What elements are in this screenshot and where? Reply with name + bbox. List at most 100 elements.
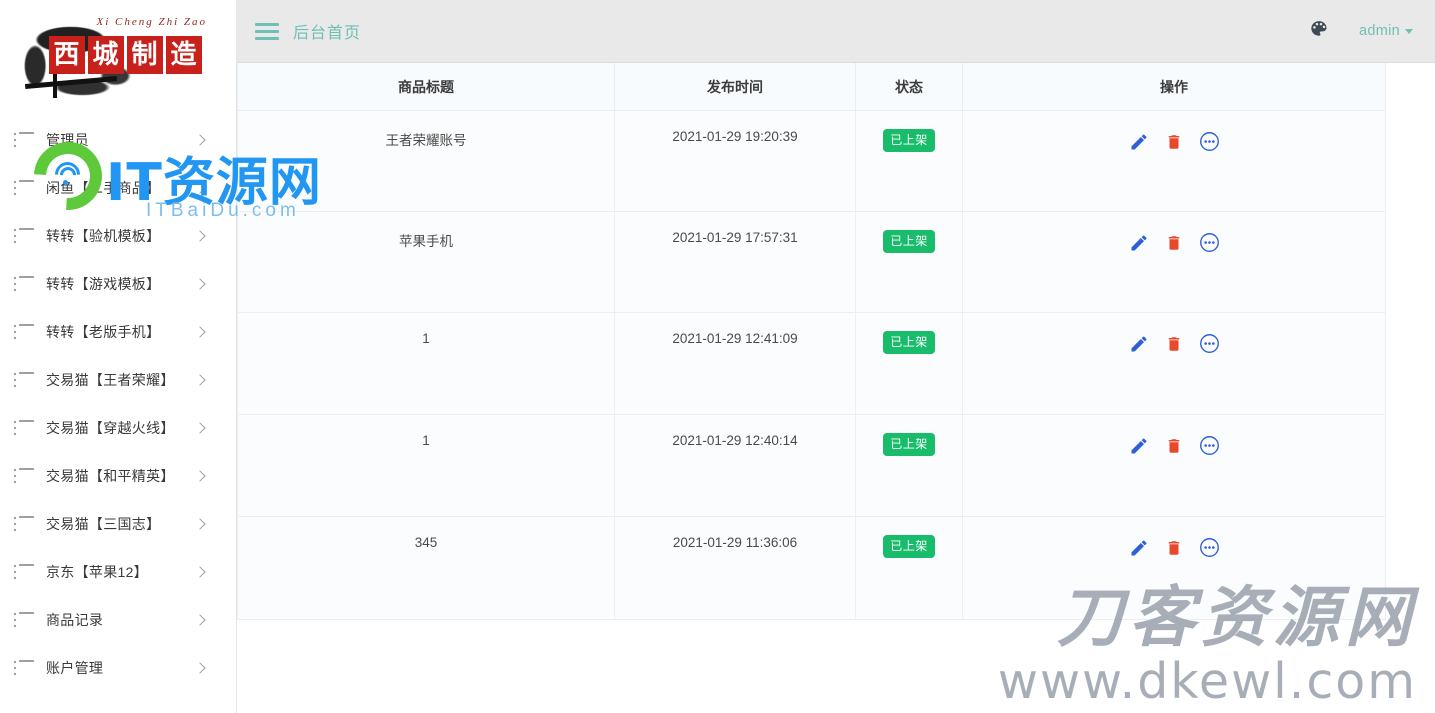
user-menu[interactable]: admin (1359, 23, 1413, 39)
more-options-icon[interactable] (1199, 537, 1220, 558)
status-badge: 已上架 (883, 433, 935, 456)
list-icon (14, 468, 34, 484)
sidebar-item-jiaoyimao-pubg[interactable]: 交易猫【和平精英】 (0, 452, 236, 500)
header-actions: admin (1309, 19, 1435, 44)
sidebar-item-product-records[interactable]: 商品记录 (0, 596, 236, 644)
list-icon (14, 228, 34, 244)
palette-icon[interactable] (1309, 19, 1329, 44)
column-header-ops: 操作 (962, 63, 1386, 111)
delete-trash-icon[interactable] (1165, 132, 1183, 152)
cell-status: 已上架 (855, 211, 963, 313)
cell-time: 2021-01-29 12:40:14 (614, 414, 856, 517)
delete-trash-icon[interactable] (1165, 233, 1183, 253)
more-options-icon[interactable] (1199, 333, 1220, 354)
list-icon (14, 564, 34, 580)
chevron-right-icon (194, 662, 206, 674)
sidebar-item-jiaoyimao-crossfire[interactable]: 交易猫【穿越火线】 (0, 404, 236, 452)
sidebar-item-label: 交易猫【三国志】 (46, 516, 161, 532)
table-row: 1 2021-01-29 12:41:09 已上架 (237, 312, 1386, 415)
page-title[interactable]: 后台首页 (293, 19, 361, 43)
status-badge: 已上架 (883, 230, 935, 253)
chevron-right-icon (194, 182, 206, 194)
sidebar-item-admin[interactable]: 管理员 (0, 116, 236, 164)
chevron-right-icon (194, 422, 206, 434)
sidebar-item-label: 账户管理 (46, 660, 104, 676)
cell-time: 2021-01-29 19:20:39 (614, 110, 856, 212)
sidebar-menu: 管理员 闲鱼【二手商品】 转转【验机模板】 转转【游戏模板】 转转【老版手机】 … (0, 116, 236, 692)
brand-logo: Xi Cheng Zhi Zao 西 城 制 造 (0, 0, 236, 116)
table-row: 苹果手机 2021-01-29 17:57:31 已上架 (237, 211, 1386, 313)
edit-pencil-icon[interactable] (1129, 436, 1149, 456)
list-icon (14, 516, 34, 532)
edit-pencil-icon[interactable] (1129, 334, 1149, 354)
cell-actions (962, 211, 1386, 313)
status-badge: 已上架 (883, 535, 935, 558)
status-badge: 已上架 (883, 331, 935, 354)
seal-char: 西 (48, 36, 85, 74)
cell-actions (962, 110, 1386, 212)
sidebar-item-zhuanzhuan-game[interactable]: 转转【游戏模板】 (0, 260, 236, 308)
sidebar-item-label: 转转【验机模板】 (46, 228, 161, 244)
chevron-right-icon (194, 374, 206, 386)
table-row: 345 2021-01-29 11:36:06 已上架 (237, 516, 1386, 620)
sidebar-item-jd-iphone12[interactable]: 京东【苹果12】 (0, 548, 236, 596)
sidebar-item-jiaoyimao-sanguozhi[interactable]: 交易猫【三国志】 (0, 500, 236, 548)
header-bar: 后台首页 admin (237, 0, 1435, 63)
more-options-icon[interactable] (1199, 232, 1220, 253)
sidebar-item-jiaoyimao-honor-of-kings[interactable]: 交易猫【王者荣耀】 (0, 356, 236, 404)
list-icon (14, 660, 34, 676)
sidebar-item-label: 转转【老版手机】 (46, 324, 161, 340)
cell-time: 2021-01-29 11:36:06 (614, 516, 856, 620)
seal-char: 城 (87, 36, 124, 74)
list-icon (14, 180, 34, 196)
edit-pencil-icon[interactable] (1129, 538, 1149, 558)
user-menu-label: admin (1359, 23, 1400, 39)
cell-actions (962, 312, 1386, 415)
cell-title: 345 (237, 516, 615, 620)
seal-char: 造 (165, 36, 202, 74)
seal-char: 制 (126, 36, 163, 74)
more-options-icon[interactable] (1199, 435, 1220, 456)
table-row: 王者荣耀账号 2021-01-29 19:20:39 已上架 (237, 110, 1386, 212)
sidebar-item-zhuanzhuan-oldphone[interactable]: 转转【老版手机】 (0, 308, 236, 356)
sidebar-item-label: 闲鱼【二手商品】 (46, 180, 161, 196)
sidebar-item-label: 交易猫【穿越火线】 (46, 420, 175, 436)
delete-trash-icon[interactable] (1165, 538, 1183, 558)
more-options-icon[interactable] (1199, 131, 1220, 152)
sidebar-item-xianyu-secondhand[interactable]: 闲鱼【二手商品】 (0, 164, 236, 212)
chevron-down-icon (1405, 28, 1413, 34)
chevron-right-icon (194, 614, 206, 626)
list-icon (14, 420, 34, 436)
chevron-right-icon (194, 566, 206, 578)
cell-status: 已上架 (855, 414, 963, 517)
content-area: 商品标题 发布时间 状态 操作 王者荣耀账号 2021-01-29 19:20:… (237, 63, 1435, 713)
cell-actions (962, 516, 1386, 620)
list-icon (14, 132, 34, 148)
sidebar-item-label: 交易猫【王者荣耀】 (46, 372, 175, 388)
delete-trash-icon[interactable] (1165, 436, 1183, 456)
cell-status: 已上架 (855, 110, 963, 212)
sidebar-item-label: 转转【游戏模板】 (46, 276, 161, 292)
sidebar-item-zhuanzhuan-inspection[interactable]: 转转【验机模板】 (0, 212, 236, 260)
cell-time: 2021-01-29 12:41:09 (614, 312, 856, 415)
column-header-status: 状态 (855, 63, 963, 111)
status-badge: 已上架 (883, 129, 935, 152)
hamburger-icon[interactable] (255, 22, 279, 40)
brand-pinyin: Xi Cheng Zhi Zao (96, 16, 208, 28)
sidebar-item-account-management[interactable]: 账户管理 (0, 644, 236, 692)
edit-pencil-icon[interactable] (1129, 132, 1149, 152)
brand-seal-characters: 西 城 制 造 (48, 36, 202, 74)
sidebar: Xi Cheng Zhi Zao 西 城 制 造 管理员 闲鱼【二手商品】 转转… (0, 0, 237, 713)
list-icon (14, 276, 34, 292)
chevron-right-icon (194, 134, 206, 146)
cell-time: 2021-01-29 17:57:31 (614, 211, 856, 313)
cell-title: 王者荣耀账号 (237, 110, 615, 212)
sidebar-item-label: 商品记录 (46, 612, 104, 628)
cell-title: 1 (237, 312, 615, 415)
cell-title: 1 (237, 414, 615, 517)
table-row: 1 2021-01-29 12:40:14 已上架 (237, 414, 1386, 517)
edit-pencil-icon[interactable] (1129, 233, 1149, 253)
column-header-title: 商品标题 (237, 63, 615, 111)
table-header-row: 商品标题 发布时间 状态 操作 (237, 63, 1386, 111)
delete-trash-icon[interactable] (1165, 334, 1183, 354)
